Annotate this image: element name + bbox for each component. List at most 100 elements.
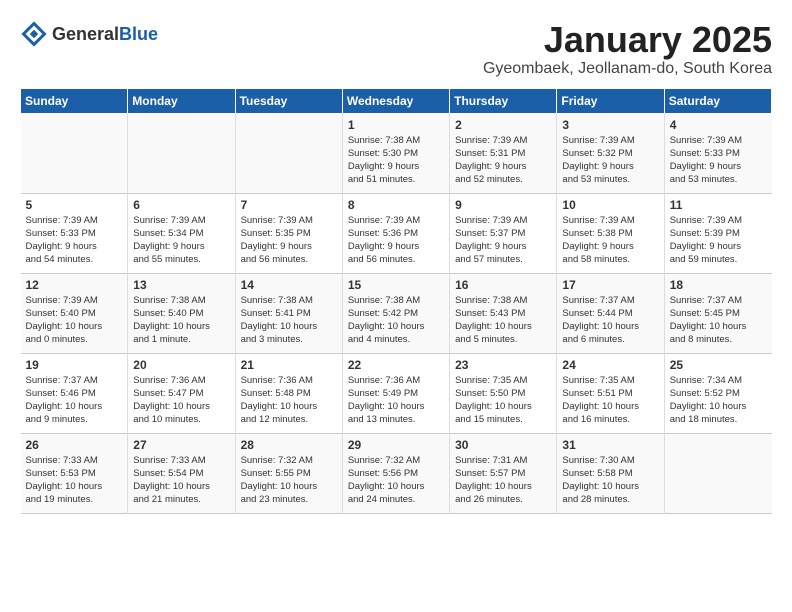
calendar-cell: 11 Sunrise: 7:39 AM Sunset: 5:39 PM Dayli… bbox=[664, 193, 771, 273]
day-number: 5 bbox=[26, 198, 123, 212]
calendar-cell: 9 Sunrise: 7:39 AM Sunset: 5:37 PM Daylig… bbox=[450, 193, 557, 273]
calendar-header-row: SundayMondayTuesdayWednesdayThursdayFrid… bbox=[21, 88, 772, 113]
col-header-monday: Monday bbox=[128, 88, 235, 113]
day-number: 14 bbox=[241, 278, 337, 292]
day-number: 7 bbox=[241, 198, 337, 212]
day-number: 21 bbox=[241, 358, 337, 372]
day-info: Sunrise: 7:38 AM Sunset: 5:41 PM Dayligh… bbox=[241, 294, 337, 347]
calendar-cell: 17 Sunrise: 7:37 AM Sunset: 5:44 PM Dayli… bbox=[557, 273, 664, 353]
day-info: Sunrise: 7:33 AM Sunset: 5:53 PM Dayligh… bbox=[26, 454, 123, 507]
day-number: 15 bbox=[348, 278, 444, 292]
day-info: Sunrise: 7:35 AM Sunset: 5:50 PM Dayligh… bbox=[455, 374, 551, 427]
calendar-cell: 4Sunrise: 7:39 AM Sunset: 5:33 PM Daylig… bbox=[664, 113, 771, 193]
calendar-cell: 18Sunrise: 7:37 AM Sunset: 5:45 PM Dayli… bbox=[664, 273, 771, 353]
day-info: Sunrise: 7:32 AM Sunset: 5:55 PM Dayligh… bbox=[241, 454, 337, 507]
day-number: 17 bbox=[562, 278, 658, 292]
logo-blue: Blue bbox=[119, 24, 158, 44]
calendar-cell: 10 Sunrise: 7:39 AM Sunset: 5:38 PM Dayli… bbox=[557, 193, 664, 273]
col-header-friday: Friday bbox=[557, 88, 664, 113]
day-info: Sunrise: 7:36 AM Sunset: 5:48 PM Dayligh… bbox=[241, 374, 337, 427]
day-number: 20 bbox=[133, 358, 229, 372]
calendar-cell: 16Sunrise: 7:38 AM Sunset: 5:43 PM Dayli… bbox=[450, 273, 557, 353]
day-info: Sunrise: 7:37 AM Sunset: 5:44 PM Dayligh… bbox=[562, 294, 658, 347]
calendar-week-row: 19 Sunrise: 7:37 AM Sunset: 5:46 PM Dayli… bbox=[21, 353, 772, 433]
day-info: Sunrise: 7:39 AM Sunset: 5:33 PM Dayligh… bbox=[670, 134, 767, 187]
calendar-week-row: 12Sunrise: 7:39 AM Sunset: 5:40 PM Dayli… bbox=[21, 273, 772, 353]
day-number: 6 bbox=[133, 198, 229, 212]
logo-text: GeneralBlue bbox=[52, 24, 158, 45]
logo-icon bbox=[20, 20, 48, 48]
day-number: 23 bbox=[455, 358, 551, 372]
calendar-cell: 20 Sunrise: 7:36 AM Sunset: 5:47 PM Dayli… bbox=[128, 353, 235, 433]
day-number: 13 bbox=[133, 278, 229, 292]
day-info: Sunrise: 7:39 AM Sunset: 5:39 PM Dayligh… bbox=[670, 214, 767, 267]
col-header-wednesday: Wednesday bbox=[342, 88, 449, 113]
calendar-title: January 2025 bbox=[483, 20, 772, 60]
day-number: 22 bbox=[348, 358, 444, 372]
day-info: Sunrise: 7:38 AM Sunset: 5:40 PM Dayligh… bbox=[133, 294, 229, 347]
day-number: 9 bbox=[455, 198, 551, 212]
day-number: 18 bbox=[670, 278, 767, 292]
day-number: 2 bbox=[455, 118, 551, 132]
calendar-cell: 5 Sunrise: 7:39 AM Sunset: 5:33 PM Daylig… bbox=[21, 193, 128, 273]
day-number: 10 bbox=[562, 198, 658, 212]
calendar-cell: 29Sunrise: 7:32 AM Sunset: 5:56 PM Dayli… bbox=[342, 433, 449, 513]
calendar-cell: 25 Sunrise: 7:34 AM Sunset: 5:52 PM Dayli… bbox=[664, 353, 771, 433]
calendar-week-row: 1Sunrise: 7:38 AM Sunset: 5:30 PM Daylig… bbox=[21, 113, 772, 193]
calendar-subtitle: Gyeombaek, Jeollanam-do, South Korea bbox=[483, 60, 772, 78]
calendar-table: SundayMondayTuesdayWednesdayThursdayFrid… bbox=[20, 88, 772, 514]
calendar-cell: 27Sunrise: 7:33 AM Sunset: 5:54 PM Dayli… bbox=[128, 433, 235, 513]
calendar-cell: 15 Sunrise: 7:38 AM Sunset: 5:42 PM Dayli… bbox=[342, 273, 449, 353]
day-info: Sunrise: 7:37 AM Sunset: 5:46 PM Dayligh… bbox=[26, 374, 123, 427]
calendar-cell: 26 Sunrise: 7:33 AM Sunset: 5:53 PM Dayli… bbox=[21, 433, 128, 513]
calendar-cell: 1Sunrise: 7:38 AM Sunset: 5:30 PM Daylig… bbox=[342, 113, 449, 193]
title-block: January 2025 Gyeombaek, Jeollanam-do, So… bbox=[483, 20, 772, 78]
day-number: 8 bbox=[348, 198, 444, 212]
day-info: Sunrise: 7:30 AM Sunset: 5:58 PM Dayligh… bbox=[562, 454, 658, 507]
day-number: 19 bbox=[26, 358, 123, 372]
day-info: Sunrise: 7:39 AM Sunset: 5:37 PM Dayligh… bbox=[455, 214, 551, 267]
calendar-cell bbox=[128, 113, 235, 193]
calendar-cell: 28 Sunrise: 7:32 AM Sunset: 5:55 PM Dayli… bbox=[235, 433, 342, 513]
col-header-tuesday: Tuesday bbox=[235, 88, 342, 113]
day-info: Sunrise: 7:39 AM Sunset: 5:35 PM Dayligh… bbox=[241, 214, 337, 267]
day-number: 30 bbox=[455, 438, 551, 452]
day-number: 12 bbox=[26, 278, 123, 292]
day-info: Sunrise: 7:38 AM Sunset: 5:42 PM Dayligh… bbox=[348, 294, 444, 347]
calendar-cell: 8Sunrise: 7:39 AM Sunset: 5:36 PM Daylig… bbox=[342, 193, 449, 273]
col-header-thursday: Thursday bbox=[450, 88, 557, 113]
day-info: Sunrise: 7:36 AM Sunset: 5:49 PM Dayligh… bbox=[348, 374, 444, 427]
day-info: Sunrise: 7:39 AM Sunset: 5:38 PM Dayligh… bbox=[562, 214, 658, 267]
calendar-cell: 6Sunrise: 7:39 AM Sunset: 5:34 PM Daylig… bbox=[128, 193, 235, 273]
calendar-cell: 19 Sunrise: 7:37 AM Sunset: 5:46 PM Dayli… bbox=[21, 353, 128, 433]
day-info: Sunrise: 7:39 AM Sunset: 5:32 PM Dayligh… bbox=[562, 134, 658, 187]
calendar-cell: 13 Sunrise: 7:38 AM Sunset: 5:40 PM Dayli… bbox=[128, 273, 235, 353]
day-number: 31 bbox=[562, 438, 658, 452]
day-info: Sunrise: 7:39 AM Sunset: 5:31 PM Dayligh… bbox=[455, 134, 551, 187]
calendar-cell: 21 Sunrise: 7:36 AM Sunset: 5:48 PM Dayli… bbox=[235, 353, 342, 433]
day-info: Sunrise: 7:35 AM Sunset: 5:51 PM Dayligh… bbox=[562, 374, 658, 427]
calendar-cell: 3Sunrise: 7:39 AM Sunset: 5:32 PM Daylig… bbox=[557, 113, 664, 193]
day-info: Sunrise: 7:39 AM Sunset: 5:33 PM Dayligh… bbox=[26, 214, 123, 267]
calendar-cell: 31 Sunrise: 7:30 AM Sunset: 5:58 PM Dayli… bbox=[557, 433, 664, 513]
calendar-cell bbox=[21, 113, 128, 193]
logo: GeneralBlue bbox=[20, 20, 158, 48]
calendar-cell: 14 Sunrise: 7:38 AM Sunset: 5:41 PM Dayli… bbox=[235, 273, 342, 353]
day-number: 24 bbox=[562, 358, 658, 372]
day-number: 1 bbox=[348, 118, 444, 132]
day-number: 26 bbox=[26, 438, 123, 452]
col-header-sunday: Sunday bbox=[21, 88, 128, 113]
calendar-cell: 7 Sunrise: 7:39 AM Sunset: 5:35 PM Daylig… bbox=[235, 193, 342, 273]
day-number: 11 bbox=[670, 198, 767, 212]
day-info: Sunrise: 7:36 AM Sunset: 5:47 PM Dayligh… bbox=[133, 374, 229, 427]
calendar-week-row: 26 Sunrise: 7:33 AM Sunset: 5:53 PM Dayli… bbox=[21, 433, 772, 513]
day-number: 25 bbox=[670, 358, 767, 372]
calendar-cell bbox=[664, 433, 771, 513]
calendar-cell bbox=[235, 113, 342, 193]
day-number: 28 bbox=[241, 438, 337, 452]
day-info: Sunrise: 7:34 AM Sunset: 5:52 PM Dayligh… bbox=[670, 374, 767, 427]
col-header-saturday: Saturday bbox=[664, 88, 771, 113]
day-number: 29 bbox=[348, 438, 444, 452]
calendar-cell: 12Sunrise: 7:39 AM Sunset: 5:40 PM Dayli… bbox=[21, 273, 128, 353]
day-info: Sunrise: 7:38 AM Sunset: 5:43 PM Dayligh… bbox=[455, 294, 551, 347]
